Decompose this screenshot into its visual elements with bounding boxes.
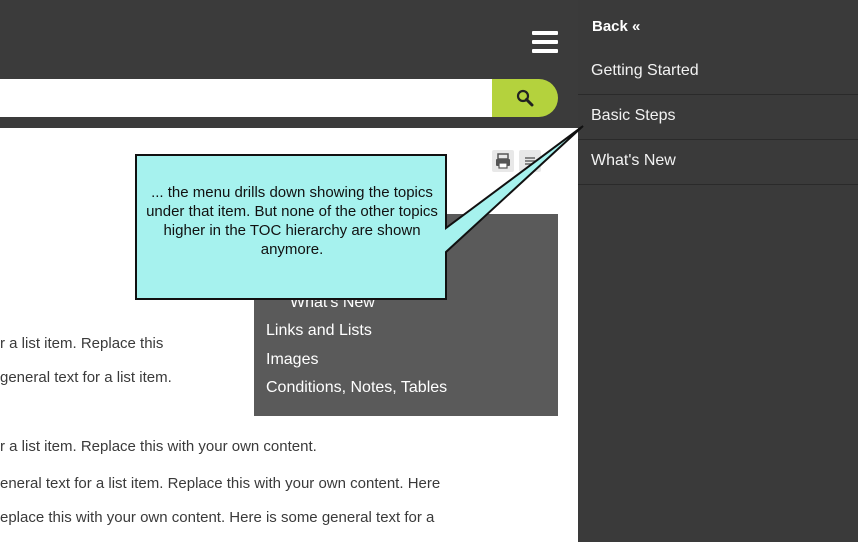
- expand-icon: [525, 157, 535, 165]
- content-line: eneral text for a list item. Replace thi…: [0, 475, 441, 492]
- hamburger-menu-icon[interactable]: [532, 31, 558, 53]
- content-line: r a list item. Replace this: [0, 335, 164, 352]
- back-link[interactable]: Back «: [592, 18, 640, 35]
- search-input[interactable]: [0, 79, 500, 117]
- printer-icon: [496, 153, 510, 169]
- minitoc-link-links-and-lists[interactable]: Links and Lists: [266, 322, 372, 340]
- content-line: general text for a list item.: [0, 369, 172, 386]
- sidebar-item-getting-started[interactable]: Getting Started: [578, 50, 858, 95]
- search-button[interactable]: [492, 79, 558, 117]
- side-navigation-menu: Back « Getting Started Basic Steps What'…: [578, 0, 858, 542]
- print-button[interactable]: [492, 150, 514, 172]
- minitoc-link-whats-new[interactable]: What's New: [290, 294, 375, 312]
- top-navigation-bar: [0, 0, 578, 128]
- sidebar-item-basic-steps[interactable]: Basic Steps: [578, 95, 858, 140]
- content-line: r a list item. Replace this with your ow…: [0, 438, 317, 455]
- content-line: eplace this with your own content. Here …: [0, 509, 435, 526]
- expand-all-button[interactable]: [519, 150, 541, 172]
- main-content-area: What's New Links and Lists Images Condit…: [0, 0, 578, 542]
- search-icon: [516, 89, 534, 107]
- sidebar-item-label: Getting Started: [591, 62, 699, 79]
- sidebar-item-whats-new[interactable]: What's New: [578, 140, 858, 185]
- minitoc-link-conditions-notes-tables[interactable]: Conditions, Notes, Tables: [266, 379, 447, 397]
- callout-text: ... the menu drills down showing the top…: [146, 184, 438, 258]
- sidebar-item-label: Basic Steps: [591, 107, 676, 124]
- search-bar: [0, 79, 558, 117]
- sidebar-item-label: What's New: [591, 152, 676, 169]
- minitoc-link-images[interactable]: Images: [266, 351, 318, 369]
